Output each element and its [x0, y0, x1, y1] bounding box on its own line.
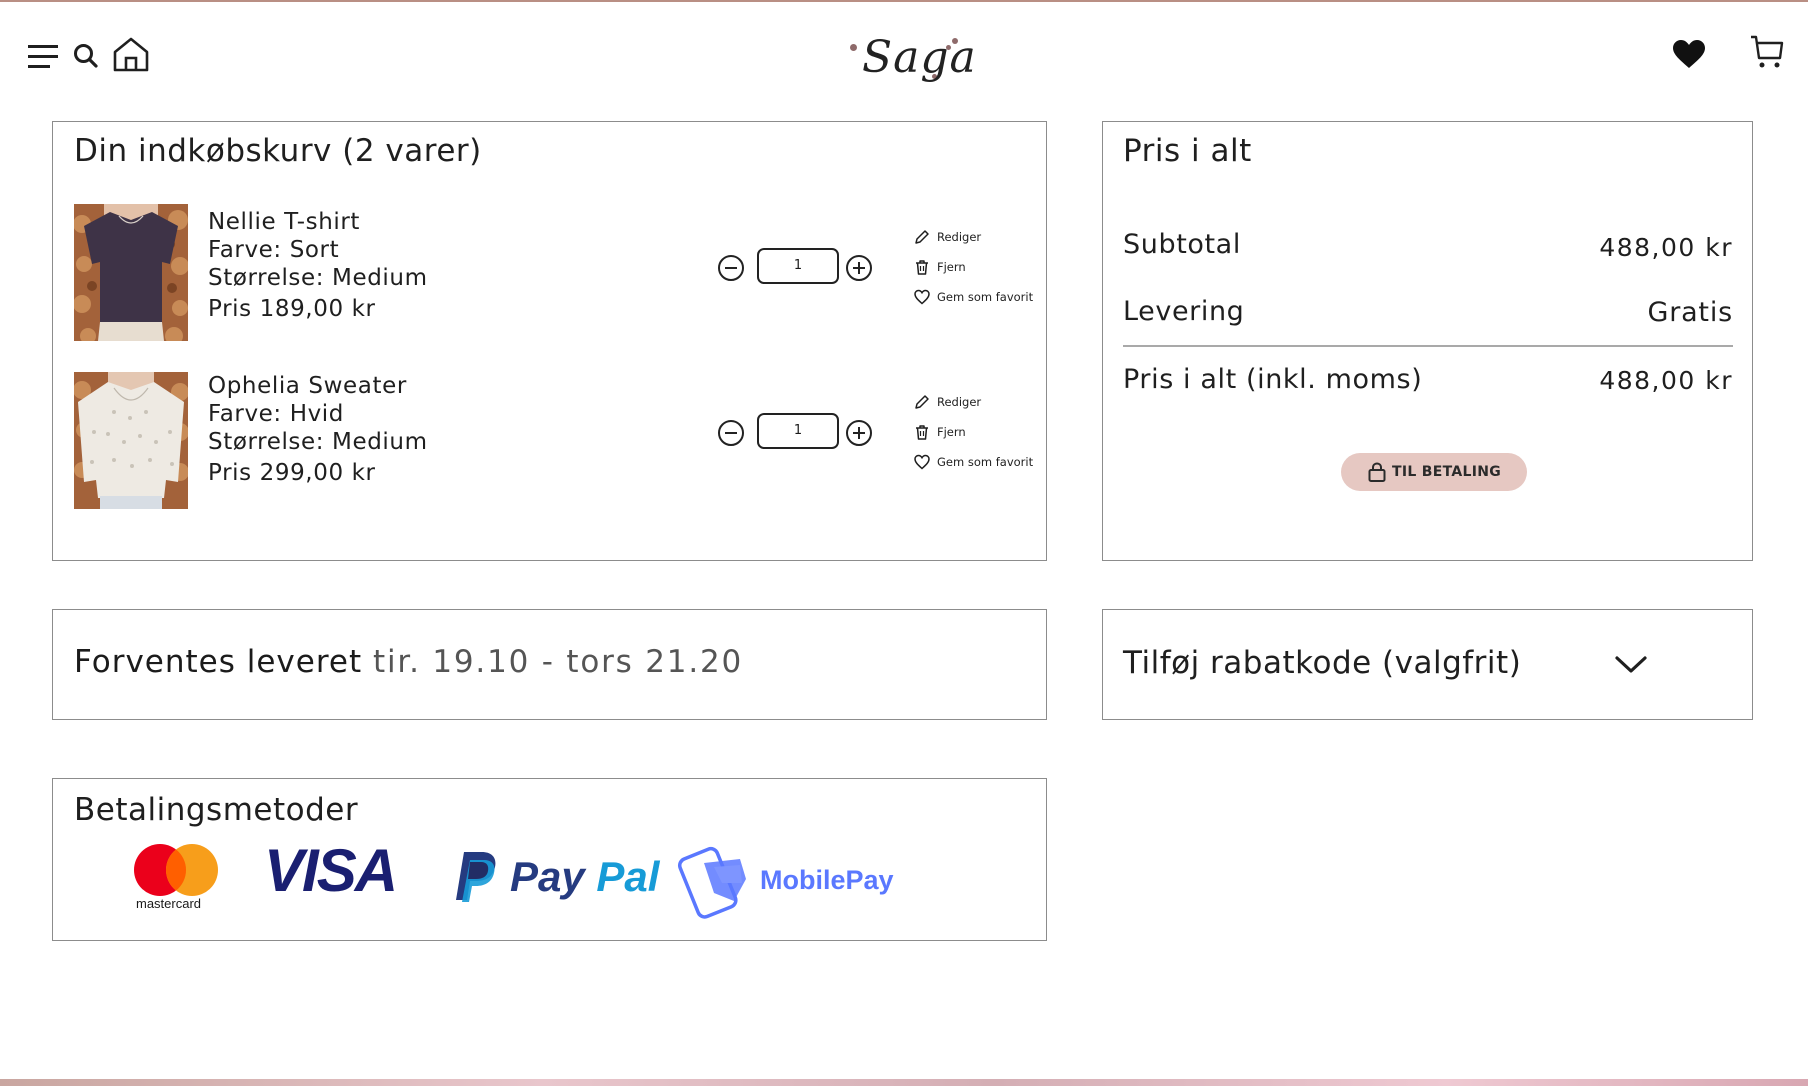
- paypal-logo: Pay Pal: [510, 852, 659, 902]
- item-color: Farve: Hvid: [208, 401, 344, 427]
- paypal-wordmark-part: Pal: [596, 853, 660, 900]
- item-name[interactable]: Ophelia Sweater: [208, 372, 428, 400]
- saga-logo[interactable]: Saga: [846, 30, 976, 85]
- trash-icon: [916, 425, 928, 440]
- footer-decorative-band: [0, 1079, 1808, 1086]
- subtotal-label: Subtotal: [1123, 229, 1241, 260]
- paypal-wordmark: Pay: [510, 853, 585, 900]
- item-price: Pris 299,00 kr: [208, 460, 376, 486]
- item-size: Størrelse: Medium: [208, 265, 428, 291]
- logo-dot: [850, 44, 857, 51]
- mobilepay-wordmark: MobilePay: [760, 865, 894, 895]
- item-actions: Rediger Fjern Gem som favorit: [914, 228, 1034, 308]
- item-actions: Rediger Fjern Gem som favorit: [914, 393, 1034, 473]
- heart-outline-icon: [914, 454, 930, 470]
- delivery-dates: tir. 19.10 - tors 21.20: [373, 644, 744, 680]
- remove-label: Fjern: [937, 425, 966, 439]
- cart-panel: [52, 121, 1047, 561]
- order-summary-panel: [1102, 121, 1753, 561]
- item-color: Farve: Sort: [208, 237, 340, 263]
- total-value: 488,00 kr: [1599, 366, 1733, 395]
- edit-label: Rediger: [937, 395, 982, 409]
- favorite-label: Gem som favorit: [937, 290, 1034, 304]
- pencil-icon: [915, 230, 929, 244]
- hamburger-menu-icon[interactable]: [28, 44, 60, 68]
- visa-logo: VISA: [264, 837, 398, 904]
- heart-outline-icon: [914, 289, 930, 305]
- trash-icon: [916, 260, 928, 275]
- top-accent-line: [0, 0, 1808, 2]
- product-image-ophelia-sweater[interactable]: [74, 372, 188, 509]
- checkout-button[interactable]: TIL BETALING: [1341, 453, 1527, 491]
- heart-icon[interactable]: [1672, 39, 1706, 69]
- item-size: Størrelse: Medium: [208, 429, 428, 455]
- subtotal-value: 488,00 kr: [1599, 233, 1733, 262]
- delivery-label: Levering: [1123, 296, 1245, 327]
- payment-methods-title: Betalingsmetoder: [74, 792, 359, 828]
- chevron-down-icon[interactable]: [1614, 655, 1648, 675]
- delivery-value: Gratis: [1647, 297, 1733, 328]
- mastercard-logo: [132, 843, 220, 901]
- cart-title: Din indkøbskurv (2 varer): [74, 133, 482, 169]
- search-icon[interactable]: [73, 43, 99, 69]
- delivery-estimate: Forventes leveret tir. 19.10 - tors 21.2…: [74, 644, 743, 680]
- edit-label: Rediger: [937, 230, 982, 244]
- delivery-estimate-label: Forventes leveret: [74, 644, 363, 680]
- product-image-nellie-tshirt[interactable]: [74, 204, 188, 341]
- quantity-input[interactable]: 1: [757, 248, 839, 284]
- increase-quantity-button[interactable]: [846, 255, 872, 281]
- favorite-label: Gem som favorit: [937, 455, 1034, 469]
- mobilepay-icon: [674, 843, 750, 923]
- cart-item-info: Ophelia Sweater Farve: Hvid Størrelse: M…: [208, 372, 428, 487]
- pencil-icon: [915, 395, 929, 409]
- mastercard-wordmark: mastercard: [136, 896, 202, 911]
- decrease-quantity-button[interactable]: [718, 255, 744, 281]
- summary-divider: [1123, 345, 1733, 347]
- home-icon[interactable]: [112, 36, 150, 72]
- lock-icon: [1368, 462, 1386, 482]
- checkout-label: TIL BETALING: [1392, 464, 1502, 480]
- cart-item-info: Nellie T-shirt Farve: Sort Størrelse: Me…: [208, 208, 428, 323]
- cart-icon[interactable]: [1750, 34, 1784, 70]
- quantity-input[interactable]: 1: [757, 413, 839, 449]
- increase-quantity-button[interactable]: [846, 420, 872, 446]
- summary-title: Pris i alt: [1123, 133, 1252, 169]
- item-name[interactable]: Nellie T-shirt: [208, 208, 428, 236]
- remove-label: Fjern: [937, 260, 966, 274]
- total-label: Pris i alt (inkl. moms): [1123, 364, 1423, 395]
- logo-text: Saga: [862, 32, 977, 83]
- item-price: Pris 189,00 kr: [208, 296, 376, 322]
- paypal-p-icon: [454, 850, 498, 908]
- discount-code-label[interactable]: Tilføj rabatkode (valgfrit): [1123, 645, 1521, 681]
- decrease-quantity-button[interactable]: [718, 420, 744, 446]
